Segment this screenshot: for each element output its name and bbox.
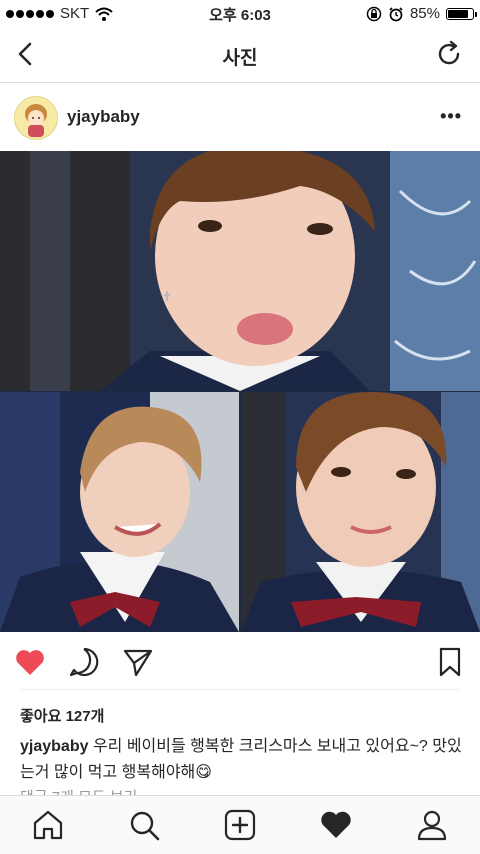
post-header: yjaybaby ••• xyxy=(0,83,480,151)
post-username[interactable]: yjaybaby xyxy=(67,107,140,127)
page-title: 사진 xyxy=(222,48,258,69)
post-photo[interactable] xyxy=(0,151,480,632)
alarm-icon xyxy=(389,6,403,21)
heart-icon[interactable] xyxy=(14,646,46,678)
photo-bottom-right xyxy=(241,392,480,632)
comment-icon[interactable] xyxy=(68,646,100,678)
navbar: 사진 xyxy=(0,28,480,83)
photo-top xyxy=(0,151,480,391)
divider xyxy=(20,689,460,690)
add-icon[interactable] xyxy=(222,807,258,843)
more-options-icon[interactable]: ••• xyxy=(440,106,462,127)
caption-username[interactable]: yjaybaby xyxy=(20,738,88,755)
tab-bar xyxy=(0,795,480,854)
search-icon[interactable] xyxy=(126,807,162,843)
likes-count[interactable]: 좋아요 127개 xyxy=(20,705,104,726)
battery-percent: 85% xyxy=(409,5,440,22)
status-bar: SKT 오후 6:03 85% xyxy=(0,0,480,28)
profile-icon[interactable] xyxy=(414,807,450,843)
refresh-icon[interactable] xyxy=(436,40,464,68)
avatar[interactable] xyxy=(14,96,58,140)
caption: yjaybaby 우리 베이비들 행복한 크리스마스 보내고 있어요~? 맛있는… xyxy=(20,734,465,786)
post-actions xyxy=(0,632,480,690)
photo-bottom-left xyxy=(0,392,239,632)
rotation-lock-icon xyxy=(366,6,382,21)
home-icon[interactable] xyxy=(30,807,66,843)
activity-icon[interactable] xyxy=(318,807,354,843)
share-icon[interactable] xyxy=(122,646,154,678)
bookmark-icon[interactable] xyxy=(434,646,466,678)
battery-icon xyxy=(446,7,477,20)
